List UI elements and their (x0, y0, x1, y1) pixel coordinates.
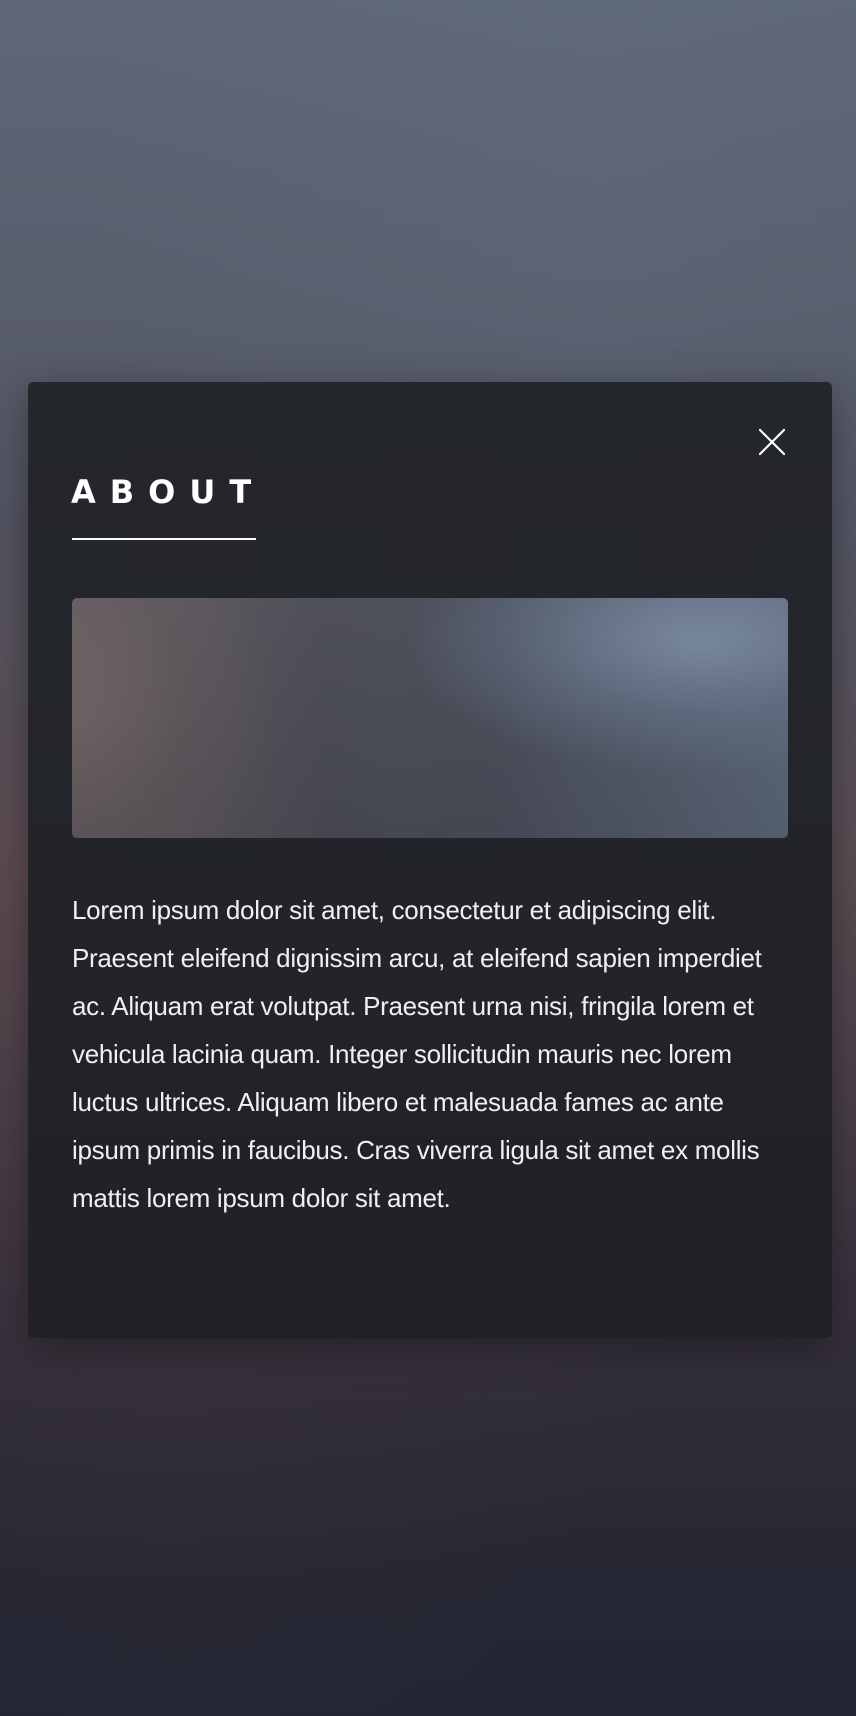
close-icon (758, 428, 786, 456)
modal-title: ABOUT (71, 473, 266, 511)
title-underline (72, 538, 256, 540)
about-paragraph: Lorem ipsum dolor sit amet, consectetur … (72, 895, 762, 1213)
about-modal: ABOUT Lorem ipsum dolor sit amet, consec… (28, 382, 832, 1338)
close-button[interactable] (752, 422, 792, 462)
hero-image (72, 598, 788, 838)
